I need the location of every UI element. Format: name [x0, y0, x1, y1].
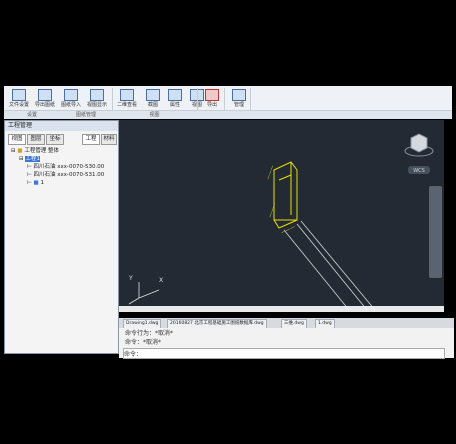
- tab-material[interactable]: 材料: [101, 134, 117, 145]
- command-history: 命令行为：*取消*: [125, 330, 174, 337]
- navigation-bar[interactable]: [429, 186, 442, 278]
- tree-item[interactable]: ⊟ ■ 工程管理 整体: [11, 147, 59, 155]
- ribbon-button-export-drawing[interactable]: 导出图纸: [34, 88, 56, 110]
- ribbon-button-file-settings[interactable]: 文件设置: [8, 88, 30, 110]
- ribbon-button-view-display[interactable]: 视图显示: [86, 88, 108, 110]
- ribbon-button-properties[interactable]: 属性: [164, 88, 186, 110]
- document-tabs: Drawing1.dwg 20160827 北京工程基础施工图纸数据库.dwg …: [119, 318, 454, 329]
- command-window: 命令行为：*取消* 命令：*取消* 命令：: [119, 328, 454, 359]
- tree-item[interactable]: ⊢ ■ 1: [27, 179, 44, 187]
- properties-icon: [168, 89, 182, 101]
- viewcube-icon[interactable]: [404, 133, 434, 157]
- pipe-lines: [283, 220, 376, 311]
- svg-text:———: ———: [267, 203, 278, 219]
- ucs-x-label: X: [159, 277, 163, 284]
- drawing-canvas[interactable]: ——— ——— ——— Y X WCS: [119, 120, 444, 312]
- import-icon: [64, 89, 78, 101]
- manage-icon: [232, 89, 246, 101]
- tab-layer[interactable]: 图层: [27, 134, 45, 145]
- ribbon-button-screenshot[interactable]: 截图: [142, 88, 164, 110]
- command-history: 命令：*取消*: [125, 339, 162, 346]
- view-2d-icon: [120, 89, 134, 101]
- ucs-axis-icon: [128, 282, 160, 305]
- display-icon: [90, 89, 104, 101]
- tab-project[interactable]: 工程: [82, 134, 100, 145]
- wcs-label: WCS: [413, 168, 425, 174]
- ribbon-button-export[interactable]: 导出: [201, 88, 223, 110]
- ribbon-button-2d-view[interactable]: 二维查看: [116, 88, 138, 110]
- ribbon-button-import-drawing[interactable]: 图纸导入: [60, 88, 82, 110]
- tab-coordinate[interactable]: 坐标: [46, 134, 64, 145]
- project-tree: ⊟ ■ 工程管理 整体 ⊟ 工程1 ⊢ 四川石油 xxx-0070-530.00…: [9, 147, 116, 207]
- command-input[interactable]: 命令：: [123, 348, 445, 359]
- camera-icon: [146, 89, 160, 101]
- horizontal-scrollbar: [119, 306, 444, 312]
- project-panel: 工程管理 视图 图层 坐标 工程 材料 ⊟ ■ 工程管理 整体 ⊟ 工程1 ⊢ …: [4, 120, 119, 354]
- ribbon-group-bar: [197, 110, 452, 119]
- export-red-icon: [205, 89, 219, 101]
- tree-item[interactable]: ⊟ 工程1: [19, 155, 40, 163]
- tab-view[interactable]: 视图: [8, 134, 26, 145]
- tree-item[interactable]: ⊢ 四川石油 xxx-0070-530.00: [27, 163, 104, 171]
- tree-item[interactable]: ⊢ 四川石油 xxx-0070-531.00: [27, 171, 104, 179]
- model-object: [273, 161, 298, 229]
- model-view: ——— ——— ——— Y X WCS: [119, 133, 444, 312]
- settings-icon: [12, 89, 26, 101]
- ribbon-group-label: 设置: [4, 110, 60, 119]
- panel-title: 工程管理: [5, 121, 118, 131]
- dimension-text: ——— ——— ———: [265, 165, 296, 236]
- ribbon-toolbar: 文件设置 导出图纸 图纸导入 视图显示 二维查看 截图 属性 视图 导出 管理 …: [4, 86, 452, 119]
- ribbon-button-manage[interactable]: 管理: [228, 88, 250, 110]
- export-icon: [38, 89, 52, 101]
- ribbon-group-label: 视图: [112, 110, 197, 119]
- ribbon-group-label: 图纸管理: [60, 110, 112, 119]
- ucs-y-label: Y: [128, 275, 133, 282]
- file-icon: ■: [33, 180, 39, 186]
- folder-icon: ■: [17, 148, 23, 154]
